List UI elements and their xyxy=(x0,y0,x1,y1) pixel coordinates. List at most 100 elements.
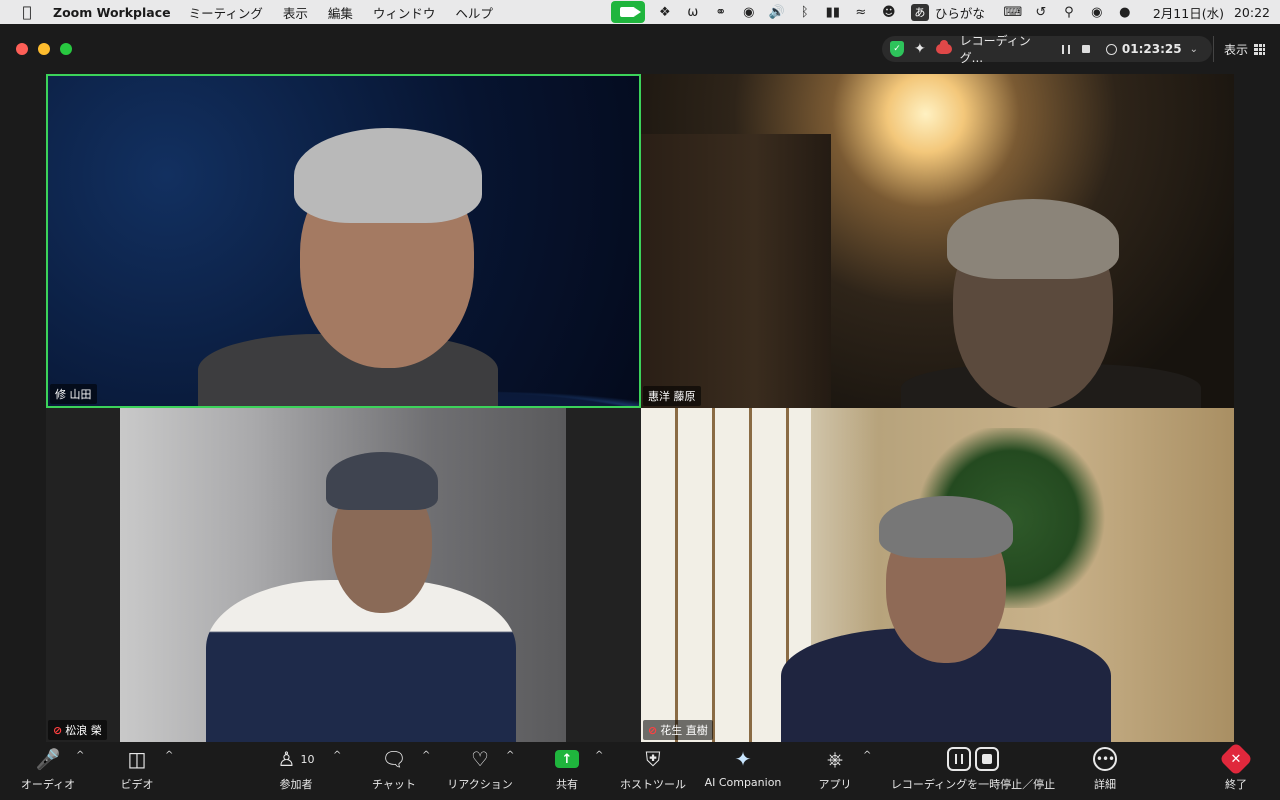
chat-label: チャット xyxy=(372,778,416,791)
menu-time[interactable]: 20:22 xyxy=(1234,5,1270,20)
participant-name: 花生 直樹 xyxy=(660,724,708,737)
volume-icon[interactable]: 🔊 xyxy=(763,0,791,24)
end-meeting-button[interactable]: ✕ 終了 xyxy=(1216,742,1256,800)
participant-name-tag: ⊘ 松浪 榮 xyxy=(48,720,107,740)
chevron-down-icon[interactable]: ⌄ xyxy=(1190,44,1198,55)
view-label: 表示 xyxy=(1224,42,1249,57)
apps-button[interactable]: ⎈ アプリ xyxy=(814,742,856,800)
share-screen-button[interactable]: ↑ 共有 xyxy=(550,742,584,800)
menu-help[interactable]: ヘルプ xyxy=(455,3,493,22)
video-camera-icon: ◫ xyxy=(127,747,147,771)
share-label: 共有 xyxy=(556,778,578,791)
recording-status-label[interactable]: レコーディング... xyxy=(960,32,1054,66)
recording-control-label: レコーディングを一時停止／停止 xyxy=(890,778,1056,791)
battery-icon[interactable]: ▮▮ xyxy=(819,0,847,24)
participant-name: 松浪 榮 xyxy=(65,724,102,737)
siri-icon[interactable]: ● xyxy=(1111,0,1139,24)
end-x-icon: ✕ xyxy=(1219,742,1253,776)
ime-mode-label[interactable]: ひらがな xyxy=(935,3,985,22)
pause-recording-icon xyxy=(947,747,971,771)
meeting-timer: 01:23:25 xyxy=(1121,42,1182,56)
participant-name: 惠洋 藤原 xyxy=(648,390,696,403)
chat-options-caret-icon[interactable]: ^ xyxy=(422,750,430,761)
participant-video-3 xyxy=(120,408,566,742)
menu-app-name[interactable]: Zoom Workplace xyxy=(53,5,171,20)
apple-icon[interactable]:  xyxy=(15,3,39,21)
pause-recording-icon[interactable] xyxy=(1061,44,1070,54)
window-titlebar: ✓ ✦ レコーディング... 01:23:25 ⌄ 表示 xyxy=(0,24,1280,74)
dropbox-icon[interactable]: ❖ xyxy=(651,0,679,24)
ai-companion-button[interactable]: ✦ AI Companion xyxy=(700,742,786,800)
reactions-options-caret-icon[interactable]: ^ xyxy=(506,750,514,761)
minimize-window-button[interactable] xyxy=(38,43,50,55)
control-center-icon[interactable]: ◉ xyxy=(1083,0,1111,24)
creative-cloud-icon[interactable]: ⚭ xyxy=(707,0,735,24)
video-tile-2[interactable]: 惠洋 藤原 xyxy=(641,74,1234,408)
apps-icon: ⎈ xyxy=(827,747,843,771)
microphone-icon: 🎤 xyxy=(35,747,61,771)
more-label: 詳細 xyxy=(1094,778,1116,791)
video-button[interactable]: ◫ ビデオ xyxy=(112,742,162,800)
video-options-caret-icon[interactable]: ^ xyxy=(165,750,173,761)
ime-icon[interactable]: あ xyxy=(910,3,929,21)
menu-view[interactable]: 表示 xyxy=(283,3,308,22)
muted-mic-icon: ⊘ xyxy=(53,723,63,737)
wave-app-icon[interactable]: ω xyxy=(679,0,707,24)
menu-meeting[interactable]: ミーティング xyxy=(189,3,263,22)
participant-name-tag: ⊘ 花生 直樹 xyxy=(643,720,713,740)
user-icon[interactable]: ☻ xyxy=(875,0,903,24)
reactions-label: リアクション xyxy=(447,778,513,791)
ai-sparkle-icon: ✦ xyxy=(734,747,752,771)
audio-options-caret-icon[interactable]: ^ xyxy=(76,750,84,761)
video-tile-4[interactable]: ⊘ 花生 直樹 xyxy=(641,408,1234,742)
fullscreen-window-button[interactable] xyxy=(60,43,72,55)
view-button[interactable]: 表示 xyxy=(1213,36,1266,62)
menu-edit[interactable]: 編集 xyxy=(328,3,353,22)
menu-bar:  Zoom Workplace ミーティング 表示 編集 ウィンドウ ヘルプ … xyxy=(0,0,1280,24)
video-tile-1[interactable]: 修 山田 xyxy=(46,74,641,408)
more-button[interactable]: ••• 詳細 xyxy=(1084,742,1126,800)
meeting-toolbar: 🎤 オーディオ ^ ◫ ビデオ ^ ♙ 10 参加者 ^ 🗨 チャット ^ ♡ リ… xyxy=(0,742,1280,800)
clock-icon xyxy=(1105,43,1117,55)
cloud-recording-icon xyxy=(935,40,952,54)
host-tools-button[interactable]: ⛨ ホストツール xyxy=(616,742,690,800)
stop-recording-icon[interactable] xyxy=(1081,45,1090,53)
close-window-button[interactable] xyxy=(16,43,28,55)
participant-count: 10 xyxy=(300,752,315,766)
video-tile-3[interactable]: ⊘ 松浪 榮 xyxy=(46,408,641,742)
participant-name-tag: 惠洋 藤原 xyxy=(643,386,701,406)
heart-icon: ♡ xyxy=(471,747,489,771)
apps-label: アプリ xyxy=(818,778,852,791)
recording-control-button[interactable]: レコーディングを一時停止／停止 xyxy=(888,742,1058,800)
participants-button[interactable]: ♙ 10 参加者 xyxy=(270,742,322,800)
wifi-icon[interactable]: ≈ xyxy=(847,0,875,24)
muted-mic-icon: ⊘ xyxy=(648,723,658,737)
stop-recording-icon xyxy=(975,747,999,771)
zoom-camera-icon[interactable] xyxy=(610,1,645,23)
more-dots-icon: ••• xyxy=(1093,747,1117,771)
menu-window[interactable]: ウィンドウ xyxy=(373,3,436,22)
participants-options-caret-icon[interactable]: ^ xyxy=(333,750,341,761)
time-machine-icon[interactable]: ↺ xyxy=(1027,0,1055,24)
menu-bar-extras: ❖ ω ⚭ ◉ 🔊 ᛒ ▮▮ ≈ ☻ あ ひらがな ⌨ ↺ ⚲ ◉ ● 2月11… xyxy=(610,0,1270,24)
bluetooth-icon[interactable]: ᛒ xyxy=(791,0,819,24)
ai-companion-label: AI Companion xyxy=(704,776,782,789)
security-shield-icon[interactable]: ✓ xyxy=(890,41,904,57)
participant-name: 修 山田 xyxy=(55,388,92,401)
audio-button[interactable]: 🎤 オーディオ xyxy=(18,742,78,800)
ai-sparkle-icon[interactable]: ✦ xyxy=(914,41,926,57)
share-options-caret-icon[interactable]: ^ xyxy=(595,750,603,761)
video-label: ビデオ xyxy=(120,778,154,791)
keyboard-icon[interactable]: ⌨ xyxy=(999,0,1027,24)
host-tools-label: ホストツール xyxy=(620,778,686,791)
menu-date[interactable]: 2月11日(水) xyxy=(1153,3,1224,22)
grid-view-icon xyxy=(1254,43,1266,55)
vpn-icon[interactable]: ◉ xyxy=(735,0,763,24)
share-arrow-icon: ↑ xyxy=(555,750,579,768)
chat-button[interactable]: 🗨 チャット xyxy=(368,742,420,800)
spotlight-search-icon[interactable]: ⚲ xyxy=(1055,0,1083,24)
meeting-status-pill: ✓ ✦ レコーディング... 01:23:25 ⌄ xyxy=(882,34,1212,65)
apps-options-caret-icon[interactable]: ^ xyxy=(863,750,871,761)
participants-label: 参加者 xyxy=(279,778,313,791)
participant-name-tag: 修 山田 xyxy=(50,384,97,404)
